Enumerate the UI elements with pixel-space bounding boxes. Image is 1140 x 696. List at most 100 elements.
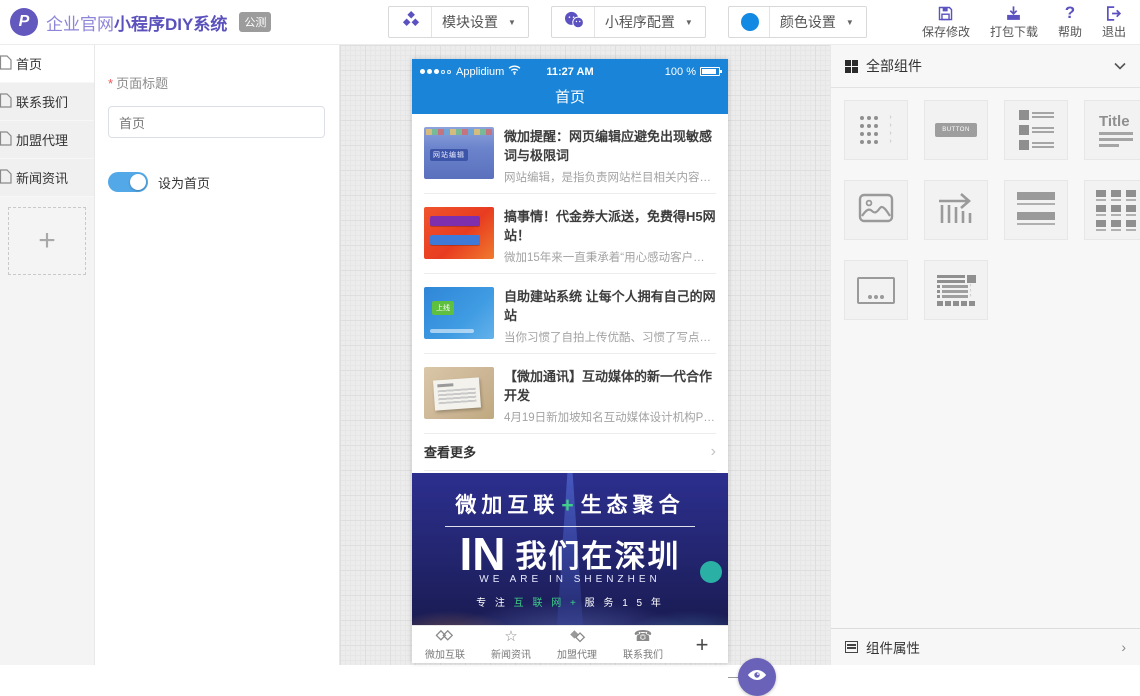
chevron-right-icon: › bbox=[1121, 639, 1126, 655]
home-toggle-row: 设为首页 bbox=[108, 172, 324, 192]
wechat-icon bbox=[564, 11, 584, 34]
banner-line4: 专 注 互 联 网 + 服 务 1 5 年 bbox=[412, 594, 728, 609]
download-label: 打包下载 bbox=[990, 23, 1038, 40]
eye-icon bbox=[747, 668, 767, 687]
news-item[interactable]: 搞事情！代金券大派送，免费得H5网站！ 微加15年来一直秉承着“用心感动客户！”… bbox=[424, 194, 716, 274]
miniprogram-config-label: 小程序配置 bbox=[605, 12, 675, 32]
add-tab-button[interactable]: + bbox=[676, 626, 728, 663]
news-body: 微加提醒：网页编辑应避免出现敏感词与极限词 网站编辑，是指负责网站栏目相关内容的… bbox=[504, 127, 716, 180]
battery-icon bbox=[700, 67, 720, 76]
menu-list-component[interactable]: › › › › bbox=[844, 100, 908, 160]
view-more-label: 查看更多 bbox=[424, 442, 476, 461]
view-more-row[interactable]: 查看更多 › bbox=[424, 434, 716, 471]
color-settings-dropdown[interactable]: 颜色设置 ▼ bbox=[728, 6, 867, 38]
help-button[interactable]: ? 帮助 bbox=[1058, 4, 1082, 40]
text-block-icon bbox=[1017, 192, 1055, 229]
detail-list-icon: › › › bbox=[937, 275, 976, 306]
divider bbox=[594, 7, 595, 37]
color-circle-icon bbox=[741, 13, 759, 31]
sidebar-item-contact[interactable]: 联系我们 bbox=[0, 83, 94, 121]
sidebar-item-label: 联系我们 bbox=[16, 92, 68, 111]
news-title: 【微加通讯】互动媒体的新一代合作开发 bbox=[504, 367, 716, 405]
tab-news[interactable]: ☆ 新闻资讯 bbox=[478, 626, 544, 663]
news-thumbnail bbox=[424, 207, 494, 259]
news-thumbnail: 上线 bbox=[424, 287, 494, 339]
sidebar-item-label: 新闻资讯 bbox=[16, 168, 68, 187]
app-header: P 企业官网小程序DIY系统 公测 模块设置 ▼ 小程序配置 ▼ 颜色设置 ▼ bbox=[0, 0, 1140, 45]
preview-button[interactable] bbox=[738, 658, 776, 696]
page-title-label: *页面标题 bbox=[108, 73, 324, 92]
double-diamond-icon bbox=[435, 629, 455, 645]
icon-grid-component[interactable] bbox=[1084, 180, 1140, 240]
thumbnail-label: 网站编辑 bbox=[430, 149, 468, 161]
star-icon: ☆ bbox=[504, 629, 517, 645]
phone-page-title: 首页 bbox=[555, 86, 585, 107]
promo-banner[interactable]: 微加互联+生态聚合 IN 我们在深圳 WE ARE IN SHENZHEN 专 … bbox=[412, 473, 728, 625]
set-home-toggle[interactable] bbox=[108, 172, 148, 192]
sidebar-item-agency[interactable]: 加盟代理 bbox=[0, 121, 94, 159]
phone-nav-bar: 首页 bbox=[412, 84, 728, 114]
divider bbox=[431, 7, 432, 37]
exit-label: 退出 bbox=[1102, 23, 1126, 40]
sidebar-item-news[interactable]: 新闻资讯 bbox=[0, 159, 94, 197]
phone-status-bar: Applidium 11:27 AM 100 % bbox=[412, 59, 728, 84]
sidebar-item-label: 加盟代理 bbox=[16, 130, 68, 149]
news-item[interactable]: 网站编辑 微加提醒：网页编辑应避免出现敏感词与极限词 网站编辑，是指负责网站栏目… bbox=[424, 114, 716, 194]
image-text-list-component[interactable] bbox=[1004, 100, 1068, 160]
news-item[interactable]: 【微加通讯】互动媒体的新一代合作开发 4月19日新加坡知名互动媒体设计机构Pin… bbox=[424, 354, 716, 434]
detail-list-component[interactable]: › › › bbox=[924, 260, 988, 320]
banner-line1: 微加互联+生态聚合 bbox=[412, 489, 728, 519]
tab-label: 加盟代理 bbox=[557, 646, 597, 661]
download-button[interactable]: 打包下载 bbox=[990, 4, 1038, 40]
news-title: 搞事情！代金券大派送，免费得H5网站！ bbox=[504, 207, 716, 245]
news-body: 【微加通讯】互动媒体的新一代合作开发 4月19日新加坡知名互动媒体设计机构Pin… bbox=[504, 367, 716, 420]
icon-grid-icon bbox=[1096, 190, 1136, 231]
save-button[interactable]: 保存修改 bbox=[922, 4, 970, 40]
banner-cn-text: 我们在深圳 bbox=[516, 531, 681, 576]
title-component[interactable]: Title bbox=[1084, 100, 1140, 160]
tab-agency[interactable]: 加盟代理 bbox=[544, 626, 610, 663]
marquee-component[interactable] bbox=[924, 180, 988, 240]
sidebar-item-home[interactable]: 首页 bbox=[0, 45, 94, 83]
module-settings-dropdown[interactable]: 模块设置 ▼ bbox=[388, 6, 529, 38]
chevron-right-icon: › bbox=[711, 443, 716, 461]
header-actions: 保存修改 打包下载 ? 帮助 退出 bbox=[922, 4, 1140, 40]
slideshow-component[interactable] bbox=[844, 260, 908, 320]
button-component[interactable]: BUTTON bbox=[924, 100, 988, 160]
news-title: 微加提醒：网页编辑应避免出现敏感词与极限词 bbox=[504, 127, 716, 165]
components-grid-icon bbox=[845, 60, 858, 73]
component-properties-label: 组件属性 bbox=[866, 637, 920, 657]
module-settings-label: 模块设置 bbox=[442, 12, 498, 32]
properties-list-icon bbox=[845, 641, 858, 653]
set-home-label: 设为首页 bbox=[158, 173, 210, 192]
exit-button[interactable]: 退出 bbox=[1102, 4, 1126, 40]
button-icon: BUTTON bbox=[935, 123, 977, 137]
help-label: 帮助 bbox=[1058, 23, 1082, 40]
text-block-component[interactable] bbox=[1004, 180, 1068, 240]
page-title-input[interactable] bbox=[108, 106, 325, 138]
save-label: 保存修改 bbox=[922, 23, 970, 40]
news-item[interactable]: 上线 自助建站系统 让每个人拥有自己的网站 当你习惯了自拍上传优酷、习惯了写点小… bbox=[424, 274, 716, 354]
caret-down-icon: ▼ bbox=[685, 18, 693, 27]
status-battery: 100 % bbox=[665, 66, 720, 78]
tab-weijia[interactable]: 微加互联 bbox=[412, 626, 478, 663]
miniprogram-config-dropdown[interactable]: 小程序配置 ▼ bbox=[551, 6, 706, 38]
phone-preview: Applidium 11:27 AM 100 % 首页 网站编辑 微加提醒：网页… bbox=[412, 59, 728, 663]
cubes-icon bbox=[401, 10, 421, 35]
carrier-label: Applidium bbox=[456, 66, 504, 78]
news-body: 搞事情！代金券大派送，免费得H5网站！ 微加15年来一直秉承着“用心感动客户！”… bbox=[504, 207, 716, 260]
news-desc: 网站编辑，是指负责网站栏目相关内容的... bbox=[504, 169, 716, 185]
components-panel: 全部组件 › › › › BUTTON Title bbox=[830, 45, 1140, 665]
news-desc: 微加15年来一直秉承着“用心感动客户！”的... bbox=[504, 249, 716, 265]
banner-divider bbox=[445, 526, 695, 527]
help-icon: ? bbox=[1065, 4, 1075, 22]
beta-badge: 公测 bbox=[239, 12, 271, 32]
components-panel-header[interactable]: 全部组件 bbox=[831, 45, 1140, 88]
banner-line3: WE ARE IN SHENZHEN bbox=[412, 574, 728, 585]
page-settings-panel: *页面标题 设为首页 bbox=[95, 45, 340, 665]
tab-contact[interactable]: ☎ 联系我们 bbox=[610, 626, 676, 663]
add-page-button[interactable]: + bbox=[8, 207, 86, 275]
image-component[interactable] bbox=[844, 180, 908, 240]
marquee-icon bbox=[937, 191, 975, 230]
component-properties-bar[interactable]: 组件属性 › bbox=[831, 628, 1140, 665]
